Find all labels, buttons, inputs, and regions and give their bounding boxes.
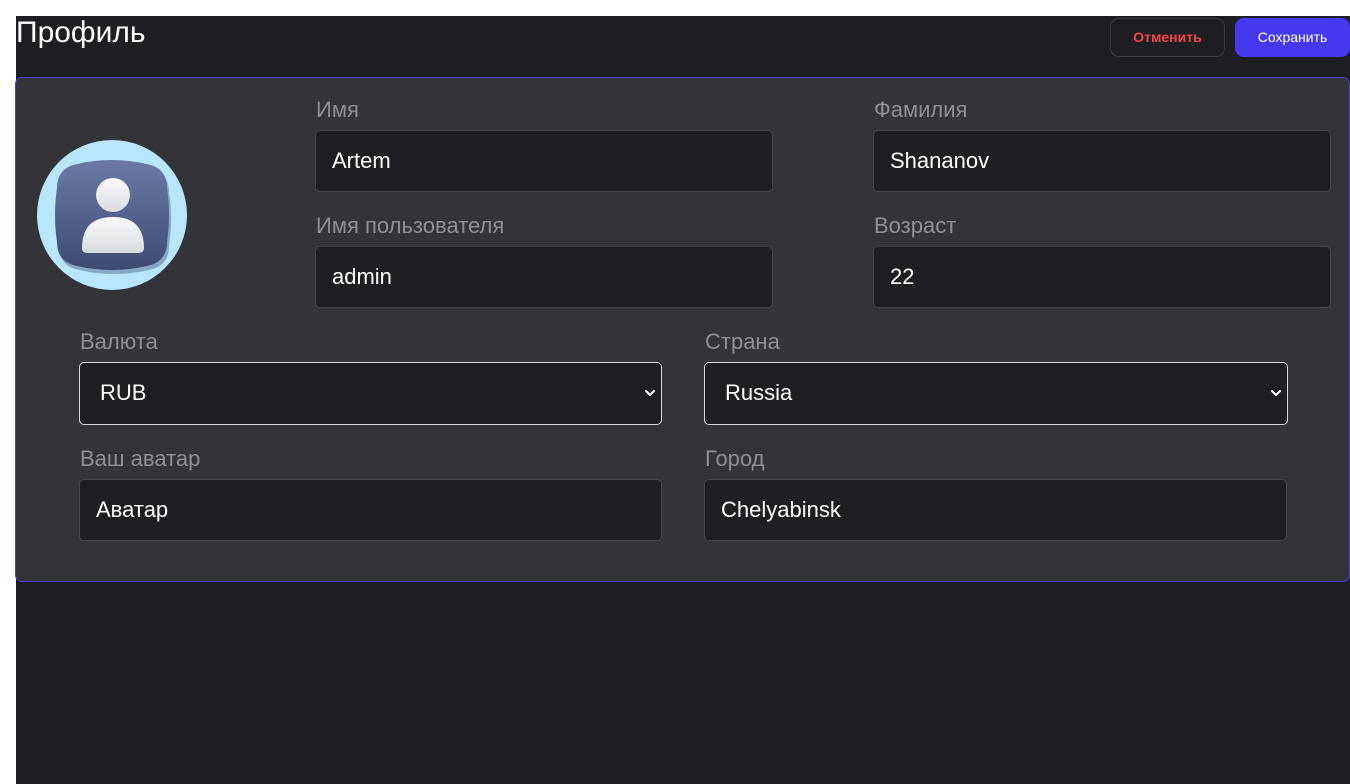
city-input[interactable] [704,479,1287,541]
avatar-label: Ваш аватар [80,446,201,471]
country-select[interactable]: Russia [704,362,1288,425]
first-name-input[interactable] [315,130,773,192]
currency-label: Валюта [80,329,158,354]
username-label: Имя пользователя [316,213,505,238]
last-name-label: Фамилия [874,97,968,122]
avatar-input[interactable] [79,479,662,541]
last-name-input[interactable] [873,130,1331,192]
country-label: Страна [705,329,780,354]
user-avatar-icon [55,160,171,274]
page-title: Профиль [16,16,146,49]
city-label: Город [705,446,765,471]
avatar [37,140,187,290]
chevron-down-icon [1271,390,1281,396]
chevron-down-icon [645,390,655,396]
profile-card: Имя Фамилия Имя пользователя Возраст Вал… [15,77,1350,582]
save-button[interactable]: Сохранить [1235,18,1350,57]
profile-page: Профиль Отменить Сохранить Имя Artem Фам… [15,16,1350,784]
country-select-value: Russia [725,380,793,405]
username-input[interactable] [315,246,773,308]
first-name-label: Имя [316,97,359,122]
currency-select[interactable]: RUB [79,362,662,425]
age-input[interactable] [873,246,1331,308]
age-label: Возраст [874,213,957,238]
currency-select-value: RUB [100,380,147,405]
cancel-button[interactable]: Отменить [1110,18,1225,57]
